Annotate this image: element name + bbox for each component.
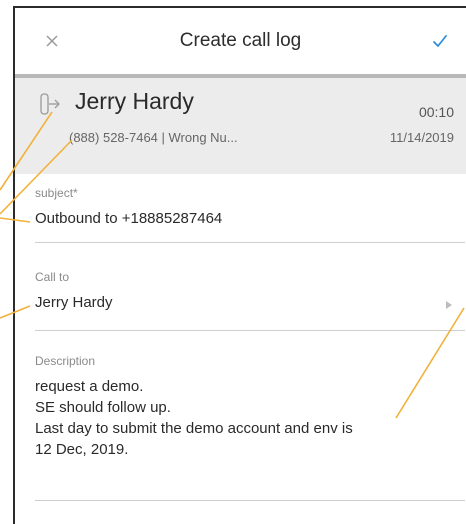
subject-input[interactable]: Outbound to +18885287464 (35, 210, 465, 227)
subject-field[interactable]: subject* Outbound to +18885287464 (35, 186, 465, 246)
chevron-right-icon[interactable] (445, 300, 453, 310)
outbound-call-icon (37, 90, 63, 120)
call-summary: Jerry Hardy 00:10 (888) 528-7464 | Wrong… (15, 78, 466, 174)
description-line: Last day to submit the demo account and … (35, 420, 353, 437)
call-to-label: Call to (35, 270, 70, 284)
description-textarea[interactable]: request a demo. SE should follow up. Las… (35, 376, 465, 460)
header-bar: Create call log (15, 8, 466, 74)
call-date: 11/14/2019 (389, 130, 454, 145)
call-log-panel: Create call log Jerry Hardy 00:10 (888) … (13, 6, 466, 524)
screenshot-stage: Create call log Jerry Hardy 00:10 (888) … (0, 0, 466, 524)
subject-label: subject* (35, 186, 78, 200)
phone-and-result: (888) 528-7464 | Wrong Nu... (69, 130, 238, 145)
description-line: request a demo. (35, 378, 144, 395)
call-to-value[interactable]: Jerry Hardy (35, 294, 465, 311)
check-icon (433, 35, 447, 47)
call-to-underline (35, 330, 465, 331)
description-line: 12 Dec, 2019. (35, 441, 129, 458)
call-to-field[interactable]: Call to Jerry Hardy (35, 270, 465, 334)
description-field[interactable]: Description request a demo. SE should fo… (35, 354, 465, 504)
description-underline (35, 500, 465, 501)
subject-underline (35, 242, 465, 243)
page-title: Create call log (179, 30, 302, 51)
save-button[interactable] (426, 28, 454, 54)
call-duration: 00:10 (418, 104, 454, 120)
description-label: Description (35, 354, 96, 368)
description-line: SE should follow up. (35, 399, 171, 416)
contact-name: Jerry Hardy (75, 88, 194, 114)
